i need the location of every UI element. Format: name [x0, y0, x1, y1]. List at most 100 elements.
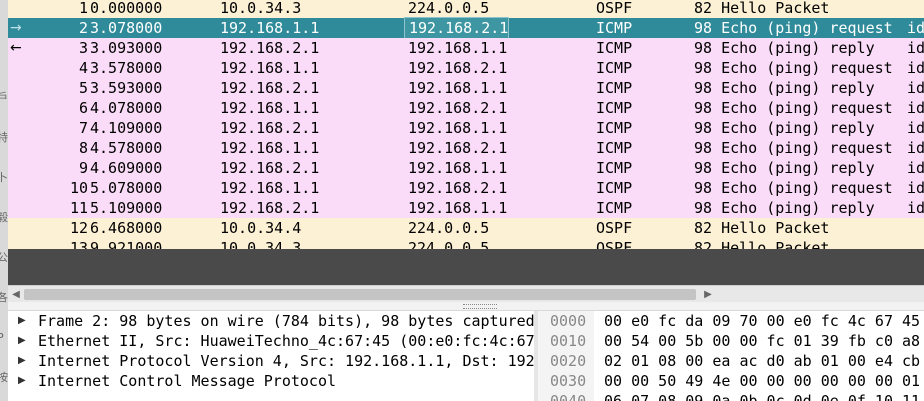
packet-info-cell: 82 Hello Packet [694, 0, 830, 17]
packet-time-cell: 4.109000 [90, 119, 163, 137]
packet-dst-cell: 224.0.0.5 [408, 0, 490, 17]
packet-dst-cell: 192.168.2.1 [408, 59, 508, 77]
packet-src-cell: 10.0.34.3 [220, 239, 302, 249]
packet-src-cell: 192.168.2.1 [220, 79, 320, 97]
scroll-left-arrow-icon[interactable]: ◀ [10, 288, 22, 301]
packet-row[interactable]: 8 4.578000 192.168.1.1 192.168.2.1 ICMP 98 Ec… [8, 138, 924, 158]
byte-offset: 0000 [550, 312, 587, 330]
byte-hex-row[interactable]: 00 e0 fc da 09 70 00 e0 fc 4c 67 45 [604, 311, 920, 331]
packet-proto-cell: ICMP [596, 179, 633, 197]
detail-tree-item[interactable]: ▶ Frame 2: 98 bytes on wire (784 bits), 9… [8, 311, 534, 331]
byte-hex-row[interactable]: 02 01 08 00 ea ac d0 ab 01 00 e4 cb [604, 351, 920, 371]
packet-info-cell: 98 Echo (ping) request [694, 139, 893, 157]
packet-row[interactable]: 12 6.468000 10.0.34.4 224.0.0.5 OSPF 82 Hello… [8, 218, 924, 238]
packet-no-cell: 1 [78, 0, 88, 17]
packet-info-overflow-cell: id [907, 19, 924, 37]
background-window-char: 各 [0, 291, 8, 304]
expand-triangle-icon[interactable]: ▶ [18, 331, 26, 351]
packet-no-cell: 7 [78, 119, 88, 137]
packet-dst-cell: 192.168.2.1 [408, 179, 508, 197]
packet-dst-cell: 192.168.2.1 [408, 99, 508, 117]
packet-details-pane[interactable]: ▶ Frame 2: 98 bytes on wire (784 bits), 9… [8, 311, 534, 401]
packet-list-empty-area [8, 249, 924, 285]
background-window-char: 卜 [0, 171, 8, 184]
expand-triangle-icon[interactable]: ▶ [18, 351, 26, 371]
packet-row[interactable]: 4 3.578000 192.168.1.1 192.168.2.1 ICMP 98 Ec… [8, 58, 924, 78]
packet-no-cell: 4 [78, 59, 88, 77]
expand-triangle-icon[interactable]: ▶ [18, 371, 26, 391]
packet-info-cell: 98 Echo (ping) reply [694, 119, 875, 137]
packet-no-cell: 2 [78, 19, 88, 37]
packet-no-cell: 8 [78, 139, 88, 157]
packet-list-horizontal-scrollbar[interactable]: ◀ ▶ [8, 285, 924, 303]
packet-no-cell: 12 [69, 219, 88, 237]
packet-time-cell: 6.468000 [90, 219, 163, 237]
packet-row[interactable]: 7 4.109000 192.168.2.1 192.168.1.1 ICMP 98 Ec… [8, 118, 924, 138]
byte-offset: 0030 [550, 372, 587, 390]
byte-hex-row[interactable]: 00 54 00 5b 00 00 fc 01 39 fb c0 a8 [604, 331, 920, 351]
packet-info-cell: 98 Echo (ping) reply [694, 79, 875, 97]
packet-list[interactable]: 1 0.000000 10.0.34.3 224.0.0.5 OSPF 82 Hello … [8, 0, 924, 249]
packet-proto-cell: ICMP [596, 59, 633, 77]
packet-time-cell: 4.578000 [90, 139, 163, 157]
packet-time-cell: 3.093000 [90, 39, 163, 57]
packet-dst-cell: 224.0.0.5 [408, 219, 490, 237]
packet-proto-cell: OSPF [596, 219, 633, 237]
packet-row[interactable]: ← 3 3.093000 192.168.2.1 192.168.1.1 ICMP 98 E… [8, 38, 924, 58]
packet-row[interactable]: 9 4.609000 192.168.2.1 192.168.1.1 ICMP 98 Ec… [8, 158, 924, 178]
detail-tree-item[interactable]: ▶ Ethernet II, Src: HuaweiTechno_4c:67:45… [8, 331, 534, 351]
packet-info-overflow-cell: id [907, 79, 924, 97]
packet-row[interactable]: 10 5.078000 192.168.1.1 192.168.2.1 ICMP 98 E… [8, 178, 924, 198]
detail-tree-item[interactable]: ▶ Internet Protocol Version 4, Src: 192.1… [8, 351, 534, 371]
packet-proto-cell: ICMP [596, 19, 633, 37]
detail-tree-label: Internet Protocol Version 4, Src: 192.16… [38, 352, 534, 370]
packet-bytes-pane[interactable]: 0000 00 e0 fc da 09 70 00 e0 fc 4c 67 45 0… [538, 311, 924, 401]
splitter-grip-icon[interactable] [463, 304, 497, 309]
byte-hex-row[interactable]: 00 00 50 49 4e 00 00 00 00 00 00 01 [604, 371, 920, 391]
packet-row[interactable]: 5 3.593000 192.168.2.1 192.168.1.1 ICMP 98 Ec… [8, 78, 924, 98]
packet-info-cell: 98 Echo (ping) reply [694, 159, 875, 177]
packet-time-cell: 3.593000 [90, 79, 163, 97]
packet-proto-cell: ICMP [596, 139, 633, 157]
pane-splitter[interactable] [8, 302, 924, 311]
packet-info-cell: 98 Echo (ping) request [694, 59, 893, 77]
packet-src-cell: 192.168.1.1 [220, 99, 320, 117]
byte-offset: 0020 [550, 352, 587, 370]
packet-proto-cell: ICMP [596, 199, 633, 217]
packet-info-overflow-cell: id [907, 159, 924, 177]
expand-triangle-icon[interactable]: ▶ [18, 311, 26, 331]
packet-proto-cell: ICMP [596, 99, 633, 117]
packet-info-cell: 98 Echo (ping) request [694, 19, 893, 37]
packet-no-cell: 9 [78, 159, 88, 177]
packet-direction-arrow-icon: → [10, 20, 22, 36]
packet-no-cell: 11 [69, 199, 88, 217]
packet-dst-cell: 192.168.2.1 [408, 139, 508, 157]
packet-info-overflow-cell: id [907, 59, 924, 77]
packet-src-cell: 192.168.2.1 [220, 39, 320, 57]
byte-offset: 0040 [550, 392, 587, 401]
packet-time-cell: 5.109000 [90, 199, 163, 217]
packet-row[interactable]: 6 4.078000 192.168.1.1 192.168.2.1 ICMP 98 Ec… [8, 98, 924, 118]
packet-row-selected[interactable]: → 2 3.078000 192.168.1.1 192.168.2.1 ICMP 98 E… [8, 17, 924, 39]
packet-no-cell: 6 [78, 99, 88, 117]
packet-info-overflow-cell: id [907, 119, 924, 137]
packet-src-cell: 192.168.1.1 [220, 19, 320, 37]
packet-src-cell: 192.168.2.1 [220, 119, 320, 137]
packet-no-cell: 13 [69, 239, 88, 249]
packet-no-cell: 5 [78, 79, 88, 97]
byte-hex-row[interactable]: 06 07 08 09 0a 0b 0c 0d 0e 0f 10 11 [604, 391, 920, 401]
detail-tree-item[interactable]: ▶ Internet Control Message Protocol [8, 371, 534, 391]
packet-row[interactable]: 13 9.921000 10.0.34.3 224.0.0.5 OSPF 82 Hello… [8, 238, 924, 249]
packet-info-overflow-cell: id [907, 179, 924, 197]
packet-row[interactable]: 1 0.000000 10.0.34.3 224.0.0.5 OSPF 82 Hello … [8, 0, 924, 18]
scroll-right-arrow-icon[interactable]: ▶ [702, 288, 714, 301]
packet-info-cell: 98 Echo (ping) reply [694, 39, 875, 57]
packet-info-cell: 98 Echo (ping) request [694, 179, 893, 197]
packet-dst-cell: 192.168.1.1 [408, 39, 508, 57]
background-window-char: 公 [0, 251, 8, 264]
packet-dst-cell: 192.168.2.1 [404, 17, 510, 39]
byte-offset: 0010 [550, 332, 587, 350]
scrollbar-thumb[interactable] [24, 289, 696, 300]
packet-info-overflow-cell: id [907, 139, 924, 157]
packet-row[interactable]: 11 5.109000 192.168.2.1 192.168.1.1 ICMP 98 E… [8, 198, 924, 218]
